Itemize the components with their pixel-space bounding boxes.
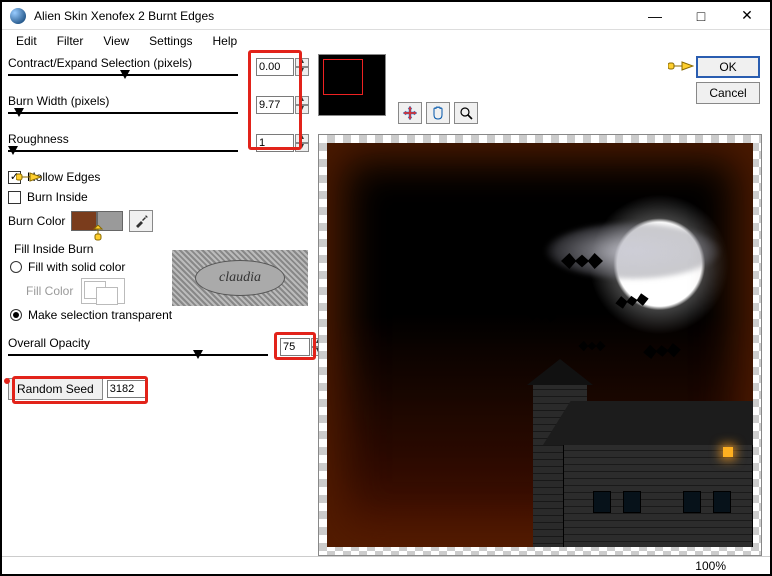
- window-title: Alien Skin Xenofex 2 Burnt Edges: [34, 9, 632, 23]
- ok-button-label: OK: [719, 60, 736, 74]
- burn-inside-row[interactable]: Burn Inside: [8, 190, 308, 204]
- pointing-hand-icon: [668, 58, 694, 74]
- make-transparent-label: Make selection transparent: [28, 308, 172, 322]
- close-button[interactable]: ✕: [724, 2, 770, 30]
- zoom-level: 100%: [695, 559, 726, 573]
- preview-image: [327, 143, 753, 547]
- contract-spinner[interactable]: ▲▼: [295, 58, 309, 76]
- magnifier-icon: [459, 106, 473, 120]
- preview-area[interactable]: [318, 134, 762, 556]
- contract-input[interactable]: [256, 58, 294, 76]
- preview-tool-row: [398, 102, 478, 124]
- make-transparent-radio[interactable]: [10, 309, 22, 321]
- burnwidth-spinner[interactable]: ▲▼: [295, 96, 309, 114]
- maximize-button[interactable]: □: [678, 2, 724, 30]
- minimize-button[interactable]: —: [632, 2, 678, 30]
- burn-color-label: Burn Color: [8, 214, 65, 228]
- hollow-edges-row[interactable]: Hollow Edges: [8, 170, 308, 184]
- overall-opacity-row: Overall Opacity ▲▼: [8, 336, 308, 366]
- opacity-input[interactable]: [280, 338, 310, 356]
- status-bar: 100%: [2, 556, 770, 574]
- roughness-slider-track[interactable]: [8, 150, 238, 152]
- title-bar: Alien Skin Xenofex 2 Burnt Edges — □ ✕: [2, 2, 770, 30]
- fill-solid-label: Fill with solid color: [28, 260, 125, 274]
- cancel-button[interactable]: Cancel: [696, 82, 760, 104]
- watermark-image: claudia: [172, 250, 308, 306]
- burn-inside-checkbox[interactable]: [8, 191, 21, 204]
- right-panel: OK Cancel: [318, 52, 762, 556]
- eyedropper-icon: [134, 214, 148, 228]
- burnwidth-input[interactable]: [256, 96, 294, 114]
- menu-settings[interactable]: Settings: [139, 32, 202, 50]
- random-seed-row: Random Seed: [8, 378, 308, 400]
- cancel-button-label: Cancel: [709, 86, 746, 100]
- burn-width-label: Burn Width (pixels): [8, 94, 109, 108]
- app-icon: [10, 8, 26, 24]
- overall-opacity-label: Overall Opacity: [8, 336, 90, 350]
- contract-expand-label: Contract/Expand Selection (pixels): [8, 56, 192, 70]
- roughness-label: Roughness: [8, 132, 69, 146]
- menu-bar: Edit Filter View Settings Help: [2, 30, 770, 52]
- opacity-slider-track[interactable]: [8, 354, 268, 356]
- fill-color-swatch: [81, 278, 125, 304]
- menu-help[interactable]: Help: [203, 32, 248, 50]
- eyedropper-button[interactable]: [129, 210, 153, 232]
- ok-button[interactable]: OK: [696, 56, 760, 78]
- contract-slider-thumb[interactable]: [120, 70, 130, 79]
- random-seed-input[interactable]: [107, 380, 147, 398]
- menu-filter[interactable]: Filter: [47, 32, 94, 50]
- house-graphic: [523, 373, 753, 547]
- menu-view[interactable]: View: [93, 32, 139, 50]
- move-arrows-icon: [403, 106, 417, 120]
- contract-expand-row: Contract/Expand Selection (pixels) ▲▼: [8, 56, 308, 86]
- fill-color-label: Fill Color: [26, 284, 73, 298]
- roughness-row: Roughness ▲▼: [8, 132, 308, 162]
- watermark-text: claudia: [195, 260, 285, 296]
- roughness-spinner[interactable]: ▲▼: [295, 134, 309, 152]
- hand-tool-button[interactable]: [426, 102, 450, 124]
- roughness-slider-thumb[interactable]: [8, 146, 18, 155]
- burn-inside-label: Burn Inside: [27, 190, 88, 204]
- pointing-hand-icon: [85, 225, 111, 241]
- menu-edit[interactable]: Edit: [6, 32, 47, 50]
- make-transparent-row[interactable]: Make selection transparent: [10, 308, 308, 322]
- roughness-input[interactable]: [256, 134, 294, 152]
- move-tool-button[interactable]: [398, 102, 422, 124]
- pointing-hand-icon: [16, 169, 42, 185]
- controls-panel: Contract/Expand Selection (pixels) ▲▼ Bu…: [8, 52, 308, 400]
- zoom-tool-button[interactable]: [454, 102, 478, 124]
- burnwidth-slider-thumb[interactable]: [14, 108, 24, 117]
- fill-solid-radio[interactable]: [10, 261, 22, 273]
- random-seed-button[interactable]: Random Seed: [8, 378, 103, 400]
- navigator-thumbnail[interactable]: [318, 54, 386, 116]
- opacity-slider-thumb[interactable]: [193, 350, 203, 359]
- burn-color-row: Burn Color: [8, 210, 308, 232]
- burnwidth-slider-track[interactable]: [8, 112, 238, 114]
- hand-icon: [431, 106, 445, 120]
- burn-width-row: Burn Width (pixels) ▲▼: [8, 94, 308, 124]
- navigator-selection[interactable]: [323, 59, 363, 95]
